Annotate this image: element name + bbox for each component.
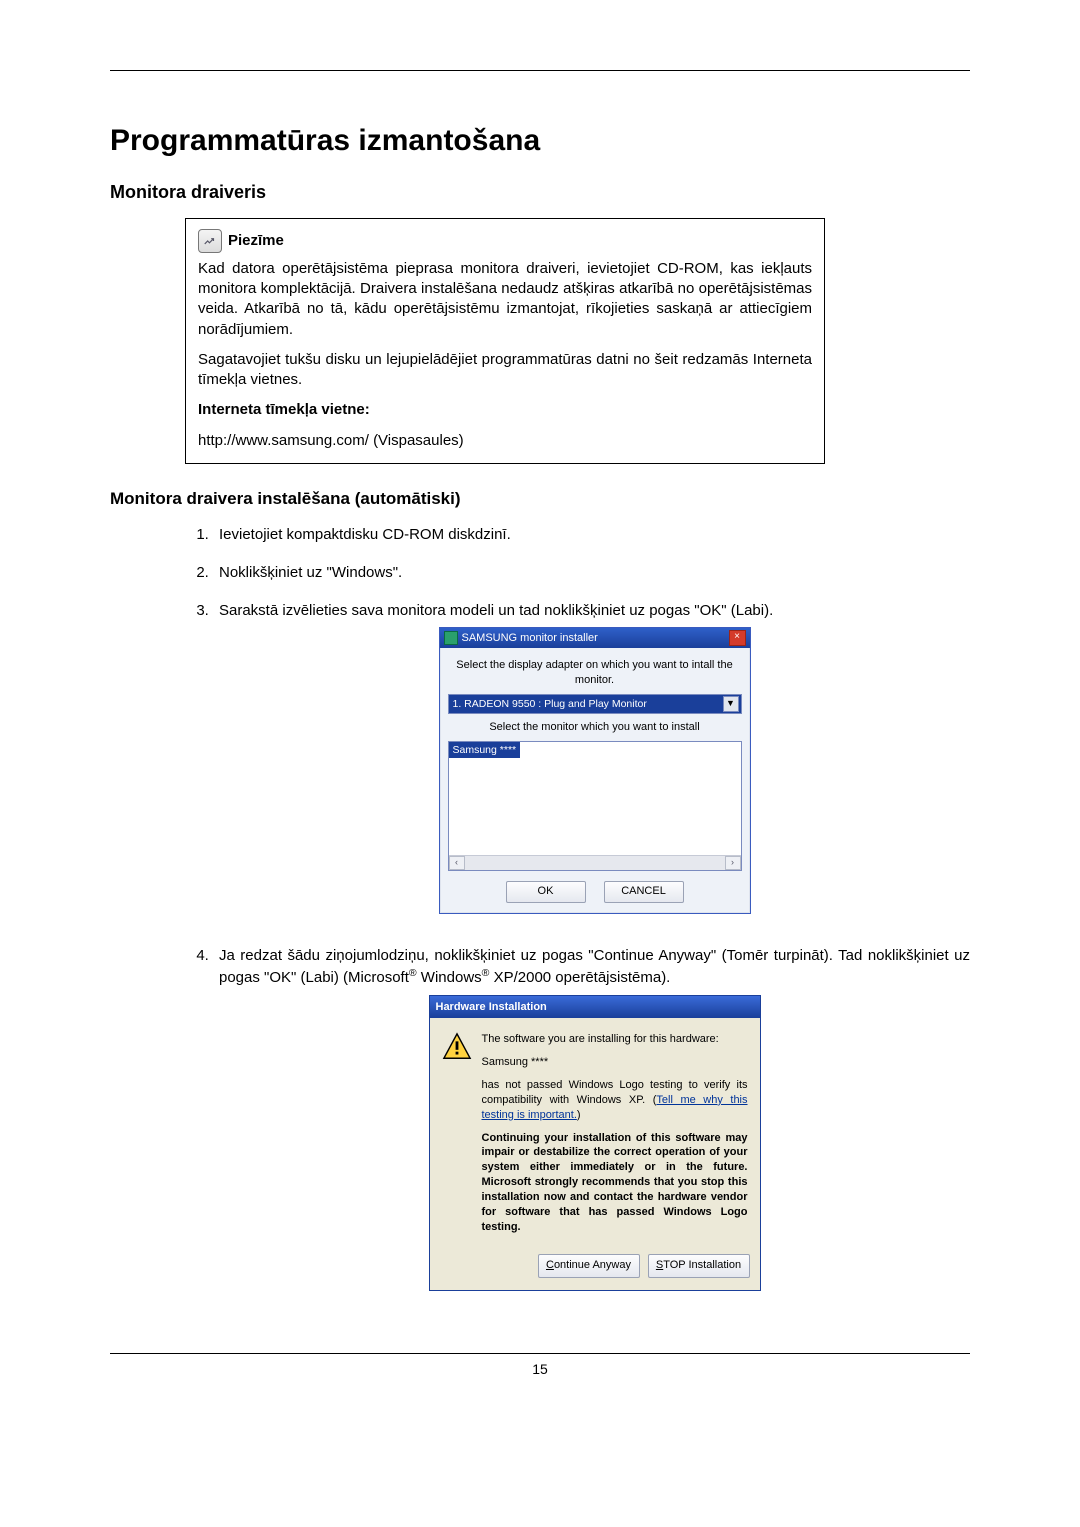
warning-line-3b: ) bbox=[577, 1109, 581, 1121]
figure-samsung-installer: SAMSUNG monitor installer × Select the d… bbox=[439, 627, 751, 914]
note-header: Piezīme bbox=[198, 229, 812, 253]
installer-title: SAMSUNG monitor installer bbox=[462, 631, 598, 646]
note-icon bbox=[198, 229, 222, 253]
step-4-text-b: Windows bbox=[417, 969, 482, 986]
scroll-left-icon[interactable]: ‹ bbox=[449, 856, 465, 870]
section-auto-install-heading: Monitora draivera instalēšana (automātis… bbox=[110, 488, 970, 511]
stop-installation-label: TOP Installation bbox=[663, 1259, 741, 1271]
step-2: Noklikšķiniet uz "Windows". bbox=[213, 563, 970, 601]
step-1: Ievietojiet kompaktdisku CD-ROM diskdzin… bbox=[213, 525, 970, 563]
section-monitor-driver-heading: Monitora draiveris bbox=[110, 180, 970, 204]
adapter-combo[interactable]: 1. RADEON 9550 : Plug and Play Monitor ▼ bbox=[448, 694, 742, 714]
note-paragraph-1: Kad datora operētājsistēma pieprasa moni… bbox=[198, 259, 812, 340]
note-paragraph-2: Sagatavojiet tukšu disku un lejupielādēj… bbox=[198, 350, 812, 391]
step-3-text: Sarakstā izvēlieties sava monitora model… bbox=[219, 602, 773, 619]
installer-titlebar: SAMSUNG monitor installer × bbox=[440, 628, 750, 648]
installer-label-adapter: Select the display adapter on which you … bbox=[448, 658, 742, 688]
warning-titlebar: Hardware Installation bbox=[430, 996, 760, 1019]
continue-anyway-label: ontinue Anyway bbox=[554, 1259, 631, 1271]
note-box: Piezīme Kad datora operētājsistēma piepr… bbox=[185, 218, 825, 464]
cancel-button[interactable]: CANCEL bbox=[604, 881, 684, 903]
warning-text: The software you are installing for this… bbox=[482, 1032, 748, 1242]
adapter-combo-value: 1. RADEON 9550 : Plug and Play Monitor bbox=[453, 697, 647, 711]
top-rule bbox=[110, 70, 970, 71]
step-4: Ja redzat šādu ziņojumlodziņu, noklikšķi… bbox=[213, 946, 970, 1323]
figure-hardware-warning: Hardware Installation The software you a… bbox=[429, 995, 761, 1292]
installer-label-monitor: Select the monitor which you want to ins… bbox=[448, 720, 742, 735]
horizontal-scrollbar[interactable]: ‹ › bbox=[449, 855, 741, 870]
registered-mark-1: ® bbox=[409, 967, 417, 979]
warning-bold-text: Continuing your installation of this sof… bbox=[482, 1131, 748, 1235]
continue-anyway-button[interactable]: Continue Anyway bbox=[538, 1254, 640, 1278]
installer-button-row: OK CANCEL bbox=[448, 881, 742, 903]
install-steps-list: Ievietojiet kompaktdisku CD-ROM diskdzin… bbox=[185, 525, 970, 1324]
monitor-listbox[interactable]: Samsung **** ‹ › bbox=[448, 741, 742, 871]
close-icon[interactable]: × bbox=[729, 630, 746, 646]
page-title: Programmatūras izmantošana bbox=[110, 121, 970, 162]
warning-button-row: Continue Anyway STOP Installation bbox=[430, 1248, 760, 1290]
page-number: 15 bbox=[110, 1360, 970, 1379]
note-label: Piezīme bbox=[228, 231, 284, 251]
chevron-down-icon[interactable]: ▼ bbox=[723, 696, 739, 712]
note-website-url: http://www.samsung.com/ (Vispasaules) bbox=[198, 431, 812, 451]
warning-body: The software you are installing for this… bbox=[430, 1018, 760, 1248]
note-website-label: Interneta tīmekļa vietne: bbox=[198, 400, 812, 420]
monitor-list-selected-item[interactable]: Samsung **** bbox=[449, 742, 521, 758]
installer-body: Select the display adapter on which you … bbox=[440, 648, 750, 913]
stop-installation-button[interactable]: STOP Installation bbox=[648, 1254, 750, 1278]
installer-app-icon bbox=[444, 631, 458, 645]
warning-icon bbox=[442, 1032, 472, 1060]
warning-line-3: has not passed Windows Logo testing to v… bbox=[482, 1078, 748, 1123]
warning-line-1: The software you are installing for this… bbox=[482, 1032, 748, 1047]
step-3: Sarakstā izvēlieties sava monitora model… bbox=[213, 601, 970, 946]
bottom-rule bbox=[110, 1353, 970, 1354]
scroll-right-icon[interactable]: › bbox=[725, 856, 741, 870]
warning-title: Hardware Installation bbox=[436, 1000, 547, 1015]
warning-line-2: Samsung **** bbox=[482, 1055, 748, 1070]
ok-button[interactable]: OK bbox=[506, 881, 586, 903]
step-4-text-c: XP/2000 operētājsistēma). bbox=[489, 969, 670, 986]
